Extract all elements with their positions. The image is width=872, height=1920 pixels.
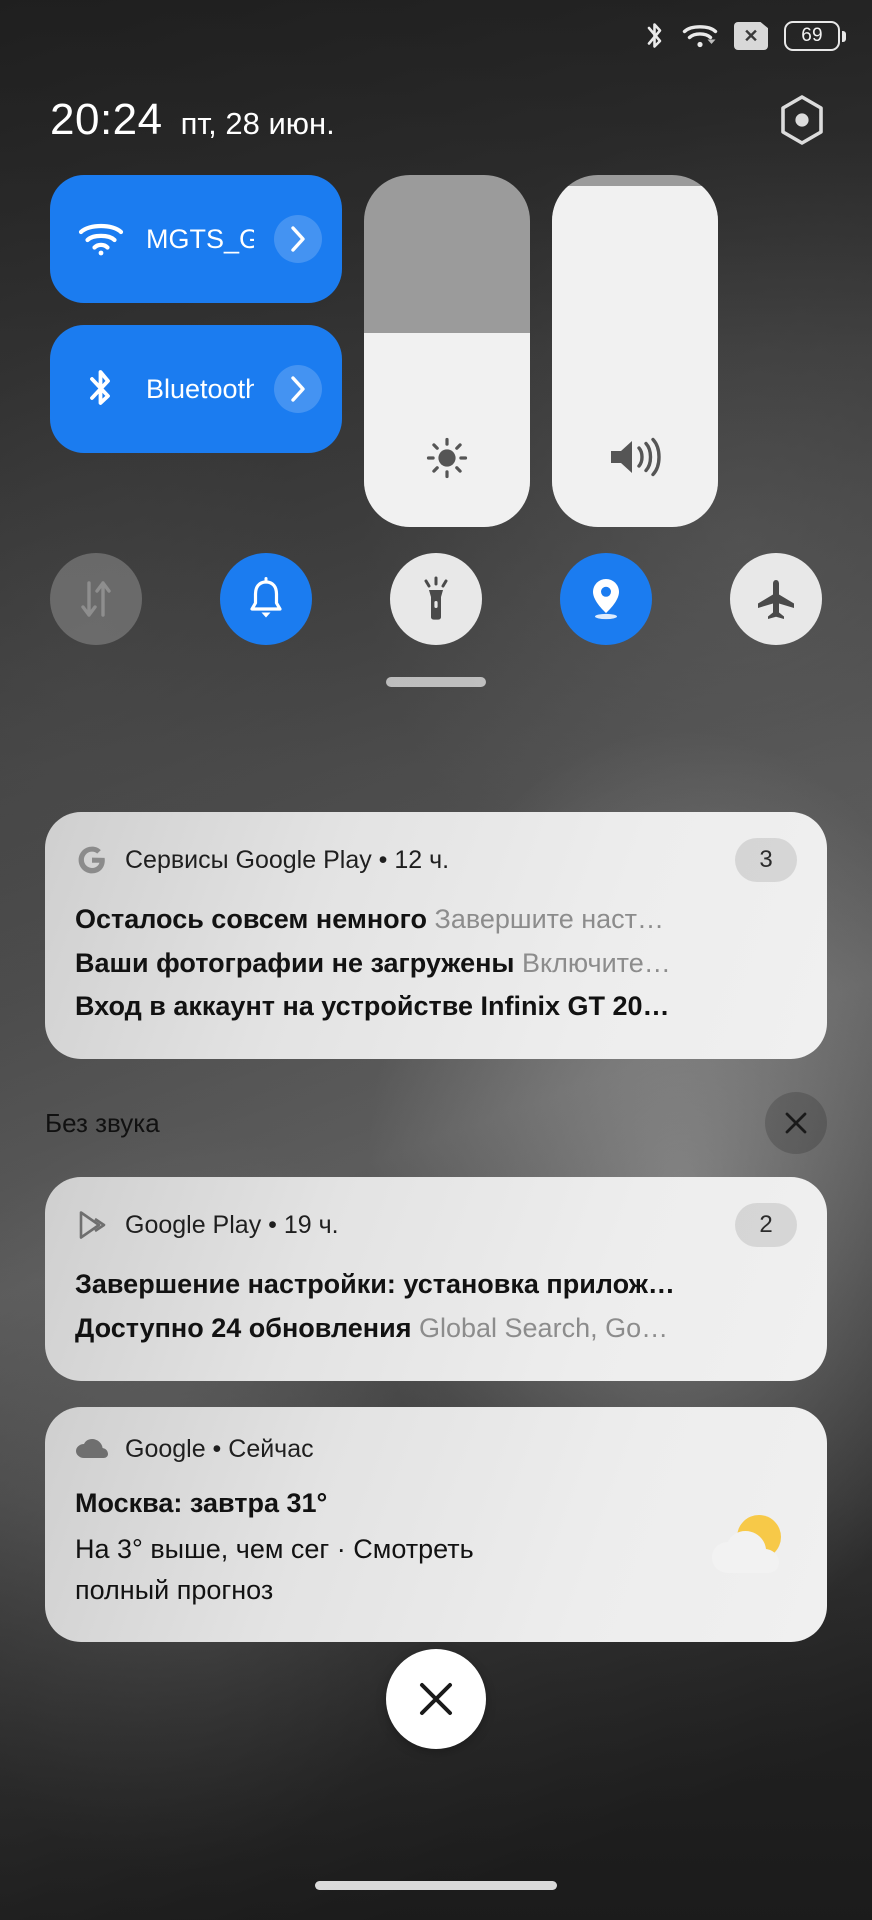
toggle-ringer-silent[interactable] <box>220 553 312 645</box>
notification-count-badge: 2 <box>735 1203 797 1248</box>
battery-indicator: 69 <box>784 21 846 51</box>
quick-tile-wifi[interactable]: MGTS_G.. <box>50 175 342 303</box>
notification-line: Завершение настройки: установка прилож… <box>75 1263 797 1307</box>
clock-block[interactable]: 20:24 пт, 28 июн. <box>50 95 774 145</box>
settings-gear-icon[interactable] <box>774 92 830 148</box>
notification-card-google-play-services[interactable]: Сервисы Google Play • 12 ч. 3 Осталось с… <box>45 812 827 1060</box>
notification-line: Ваши фотографии не загружены Включите… <box>75 942 797 986</box>
weather-title: Москва: завтра 31° <box>75 1487 328 1518</box>
navigation-bar <box>0 1850 872 1920</box>
cloud-icon <box>75 1433 109 1467</box>
weather-body-line-1: На 3° выше, чем сег · Смотреть <box>75 1533 474 1564</box>
bluetooth-icon <box>644 20 666 52</box>
clock-date[interactable]: пт, 28 июн. <box>181 106 335 142</box>
quick-settings-tiles-column: MGTS_G.. Bluetooth <box>50 175 342 453</box>
toggle-flashlight[interactable] <box>390 553 482 645</box>
weather-body: Москва: завтра 31° На 3° выше, чем сег ·… <box>75 1483 797 1613</box>
quick-tile-wifi-label: MGTS_G.. <box>146 223 254 254</box>
google-play-icon <box>75 1208 109 1242</box>
notification-source-text: Google Play • 19 ч. <box>125 1210 339 1239</box>
notification-count-badge: 3 <box>735 838 797 882</box>
home-gesture-pill[interactable] <box>315 1880 557 1890</box>
weather-text: Москва: завтра 31° На 3° выше, чем сег ·… <box>75 1483 705 1613</box>
notification-line-body: Завершите наст… <box>434 904 665 934</box>
toggle-location[interactable] <box>560 553 652 645</box>
notification-line-body: Включите… <box>521 947 671 978</box>
notification-line-title: Завершение настройки: установка прилож… <box>75 1269 675 1300</box>
wifi-icon <box>76 221 126 257</box>
chevron-right-icon[interactable] <box>274 365 322 413</box>
notification-card-google-play[interactable]: Google Play • 19 ч. 2 Завершение настрой… <box>45 1177 827 1381</box>
wifi-icon <box>682 22 718 50</box>
notification-header: Google • Сейчас <box>75 1433 797 1467</box>
quick-settings-header: 20:24 пт, 28 июн. <box>0 84 872 156</box>
notification-header: Google Play • 19 ч. 2 <box>75 1203 797 1248</box>
bluetooth-icon <box>76 367 126 411</box>
clock-time[interactable]: 20:24 <box>50 95 163 145</box>
toggle-mobile-data[interactable] <box>50 553 142 645</box>
sim-card-disabled-icon: ✕ <box>734 22 768 50</box>
notification-list: Сервисы Google Play • 12 ч. 3 Осталось с… <box>0 812 872 1668</box>
status-bar: ✕ 69 <box>0 0 872 72</box>
brightness-icon <box>424 435 470 481</box>
toggle-airplane-mode[interactable] <box>730 553 822 645</box>
silent-section-label: Без звука <box>45 1107 160 1138</box>
notification-shade: ✕ 69 20:24 пт, 28 июн. MGTS_G Bluetooth … <box>0 0 872 1920</box>
silent-section-header: Без звука <box>45 1085 827 1161</box>
notification-line-title: Ваши фотографии не загружены <box>75 947 515 978</box>
battery-level-text: 69 <box>801 25 823 46</box>
notification-line: Вход в аккаунт на устройстве Infinix GT … <box>75 985 797 1029</box>
notification-line-body: Global Search, Go… <box>418 1312 669 1343</box>
notification-source-text: Google • Сейчас <box>125 1435 314 1464</box>
quick-tile-bluetooth[interactable]: Bluetooth <box>50 325 342 453</box>
notification-line-title: Вход в аккаунт на устройстве Infinix GT … <box>75 991 670 1022</box>
quick-tile-bluetooth-label: Bluetooth <box>146 373 254 404</box>
notification-card-weather[interactable]: Google • Сейчас Москва: завтра 31° На 3°… <box>45 1406 827 1643</box>
notification-source-text: Сервисы Google Play • 12 ч. <box>125 845 450 874</box>
notification-line-title: Доступно 24 обновления <box>75 1312 412 1343</box>
battery-cap <box>842 30 846 42</box>
google-g-icon <box>75 843 109 877</box>
notification-line: Осталось совсем немного Завершите наст… <box>75 898 797 942</box>
notification-line: Доступно 24 обновления Global Search, Go… <box>75 1307 797 1351</box>
brightness-slider[interactable] <box>364 175 530 527</box>
quick-settings-panel: MGTS_G.. Bluetooth <box>0 175 872 687</box>
volume-slider[interactable] <box>552 175 718 527</box>
clear-all-notifications-button[interactable] <box>386 1649 486 1749</box>
quick-settings-top-row: MGTS_G.. Bluetooth <box>0 175 872 527</box>
clear-silent-button[interactable] <box>765 1092 827 1155</box>
quick-settings-toggle-row <box>0 553 872 645</box>
notification-line-title: Осталось совсем немного <box>75 904 428 934</box>
notification-header: Сервисы Google Play • 12 ч. 3 <box>75 838 797 882</box>
weather-body-line-2: полный прогноз <box>75 1575 274 1606</box>
brightness-slider-fill <box>364 333 530 527</box>
volume-icon <box>606 433 664 481</box>
sun-behind-cloud-icon <box>705 1483 797 1583</box>
quick-settings-drag-handle[interactable] <box>386 677 486 687</box>
chevron-right-icon[interactable] <box>274 215 322 263</box>
